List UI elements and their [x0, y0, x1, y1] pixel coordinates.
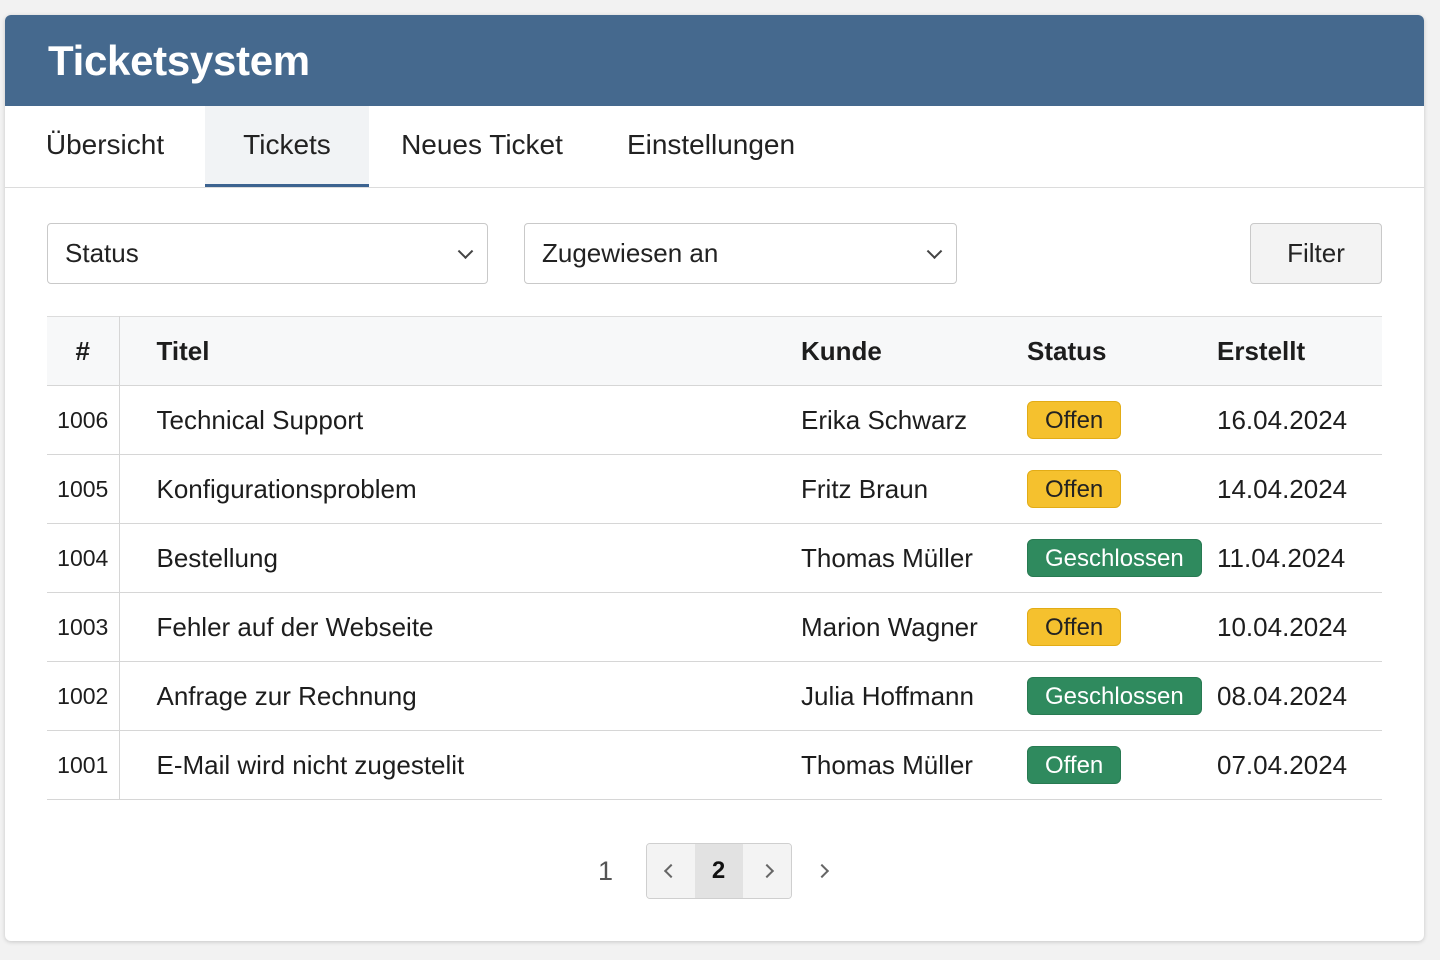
- page-1-link[interactable]: 1: [586, 856, 626, 887]
- ticket-id: 1004: [47, 523, 120, 593]
- chevron-down-icon: [926, 242, 943, 259]
- ticket-status-cell: Offen: [1027, 592, 1217, 662]
- table-row[interactable]: 1004 Bestellung Thomas Müller Geschlossen 11…: [47, 523, 1382, 593]
- filter-bar: Status Zugewiesen an Filter: [47, 223, 1382, 284]
- ticket-status-cell: Geschlossen: [1027, 523, 1217, 593]
- status-badge: Geschlossen: [1027, 677, 1202, 715]
- ticket-created: 07.04.2024: [1217, 730, 1382, 800]
- table-row[interactable]: 1001 E-Mail wird nicht zugestelit Thomas M…: [47, 730, 1382, 800]
- ticket-customer: Fritz Braun: [801, 454, 1027, 524]
- table-row[interactable]: 1003 Fehler auf der Webseite Marion Wagner…: [47, 592, 1382, 662]
- ticket-customer: Erika Schwarz: [801, 385, 1027, 455]
- current-page[interactable]: 2: [694, 844, 743, 898]
- tickets-table: # Titel Kunde Status Erstellt 1006 Techni…: [47, 316, 1382, 800]
- tab-uebersicht[interactable]: Übersicht: [5, 106, 205, 187]
- chevron-down-icon: [457, 242, 474, 259]
- ticket-id: 1001: [47, 730, 120, 800]
- column-header-customer[interactable]: Kunde: [801, 316, 1027, 386]
- ticket-customer: Thomas Müller: [801, 523, 1027, 593]
- table-row[interactable]: 1002 Anfrage zur Rechnung Julia Hoffmann Ge…: [47, 661, 1382, 731]
- status-badge: Geschlossen: [1027, 539, 1202, 577]
- status-badge: Offen: [1027, 401, 1122, 439]
- status-badge: Offen: [1027, 470, 1122, 508]
- status-select[interactable]: Status: [47, 223, 488, 284]
- column-header-id[interactable]: #: [47, 316, 120, 386]
- ticket-status-cell: Offen: [1027, 454, 1217, 524]
- status-badge: Offen: [1027, 746, 1122, 784]
- column-header-created[interactable]: Erstellt: [1217, 316, 1382, 386]
- chevron-right-icon: [759, 863, 774, 879]
- ticket-title[interactable]: Fehler auf der Webseite: [119, 592, 801, 662]
- table-row[interactable]: 1005 Konfigurationsproblem Fritz Braun Offe…: [47, 454, 1382, 524]
- ticket-customer: Thomas Müller: [801, 730, 1027, 800]
- tab-neues-ticket[interactable]: Neues Ticket: [369, 106, 595, 187]
- ticket-title[interactable]: Technical Support: [119, 385, 801, 455]
- column-header-title[interactable]: Titel: [119, 316, 801, 386]
- ticket-customer: Julia Hoffmann: [801, 661, 1027, 731]
- next-page-link[interactable]: [800, 844, 844, 898]
- ticket-created: 10.04.2024: [1217, 592, 1382, 662]
- table-header-row: # Titel Kunde Status Erstellt: [47, 316, 1382, 386]
- tab-einstellungen[interactable]: Einstellungen: [595, 106, 827, 187]
- ticket-title[interactable]: E-Mail wird nicht zugestelit: [119, 730, 801, 800]
- ticket-status-cell: Offen: [1027, 730, 1217, 800]
- ticket-id: 1002: [47, 661, 120, 731]
- assigned-select[interactable]: Zugewiesen an: [524, 223, 957, 284]
- ticket-created: 14.04.2024: [1217, 454, 1382, 524]
- ticket-customer: Marion Wagner: [801, 592, 1027, 662]
- ticket-title[interactable]: Bestellung: [119, 523, 801, 593]
- ticket-title[interactable]: Anfrage zur Rechnung: [119, 661, 801, 731]
- ticket-status-cell: Offen: [1027, 385, 1217, 455]
- ticket-title[interactable]: Konfigurationsproblem: [119, 454, 801, 524]
- chevron-left-icon: [663, 863, 678, 879]
- ticket-id: 1005: [47, 454, 120, 524]
- column-header-status[interactable]: Status: [1027, 316, 1217, 386]
- pager-group: 2: [645, 843, 792, 899]
- ticket-created: 11.04.2024: [1217, 523, 1382, 593]
- ticket-id: 1003: [47, 592, 120, 662]
- status-select-value: Status: [65, 238, 139, 268]
- filter-button[interactable]: Filter: [1250, 223, 1382, 284]
- ticket-id: 1006: [47, 385, 120, 455]
- app-window: Ticketsystem Übersicht Tickets Neues Tic…: [5, 15, 1424, 941]
- ticket-created: 08.04.2024: [1217, 661, 1382, 731]
- assigned-select-value: Zugewiesen an: [542, 238, 719, 268]
- ticket-created: 16.04.2024: [1217, 385, 1382, 455]
- table-row[interactable]: 1006 Technical Support Erika Schwarz Offen 1…: [47, 385, 1382, 455]
- tab-bar: Übersicht Tickets Neues Ticket Einstellu…: [5, 106, 1424, 188]
- app-header: Ticketsystem: [5, 15, 1424, 106]
- app-title: Ticketsystem: [48, 36, 310, 84]
- tab-tickets[interactable]: Tickets: [205, 106, 369, 187]
- chevron-right-icon: [814, 863, 829, 879]
- next-page-button[interactable]: [742, 844, 791, 898]
- ticket-status-cell: Geschlossen: [1027, 661, 1217, 731]
- pagination: 1 2: [5, 843, 1424, 899]
- status-badge: Offen: [1027, 608, 1122, 646]
- prev-page-button[interactable]: [646, 844, 695, 898]
